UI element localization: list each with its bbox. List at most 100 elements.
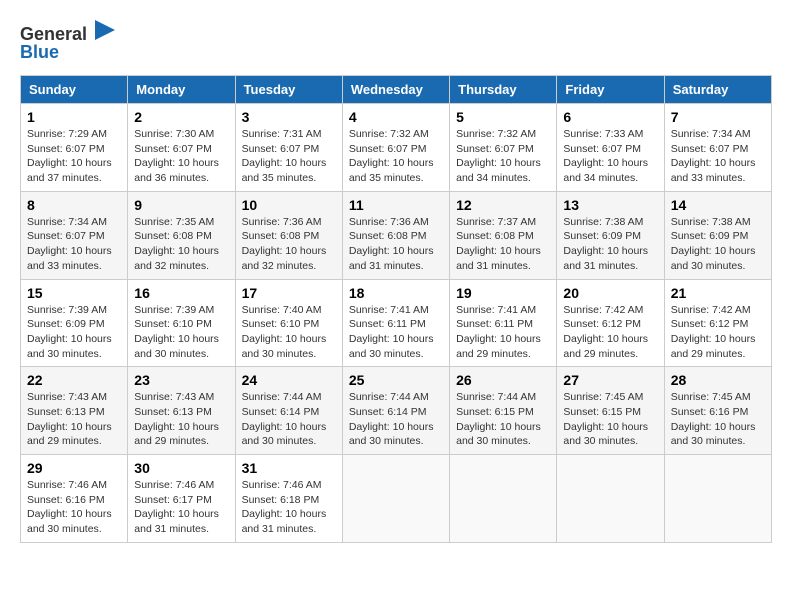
- day-number: 13: [563, 197, 657, 213]
- calendar-cell: 6 Sunrise: 7:33 AMSunset: 6:07 PMDayligh…: [557, 104, 664, 192]
- day-info: Sunrise: 7:41 AMSunset: 6:11 PMDaylight:…: [349, 304, 434, 360]
- calendar-cell: 2 Sunrise: 7:30 AMSunset: 6:07 PMDayligh…: [128, 104, 235, 192]
- day-number: 21: [671, 285, 765, 301]
- calendar-cell: 10 Sunrise: 7:36 AMSunset: 6:08 PMDaylig…: [235, 191, 342, 279]
- day-info: Sunrise: 7:36 AMSunset: 6:08 PMDaylight:…: [242, 216, 327, 272]
- svg-text:General: General: [20, 24, 87, 44]
- calendar-cell: 7 Sunrise: 7:34 AMSunset: 6:07 PMDayligh…: [664, 104, 771, 192]
- day-info: Sunrise: 7:36 AMSunset: 6:08 PMDaylight:…: [349, 216, 434, 272]
- day-info: Sunrise: 7:46 AMSunset: 6:16 PMDaylight:…: [27, 479, 112, 535]
- day-info: Sunrise: 7:44 AMSunset: 6:15 PMDaylight:…: [456, 391, 541, 447]
- day-number: 14: [671, 197, 765, 213]
- calendar-cell: 14 Sunrise: 7:38 AMSunset: 6:09 PMDaylig…: [664, 191, 771, 279]
- day-info: Sunrise: 7:46 AMSunset: 6:18 PMDaylight:…: [242, 479, 327, 535]
- calendar-cell: 11 Sunrise: 7:36 AMSunset: 6:08 PMDaylig…: [342, 191, 449, 279]
- day-info: Sunrise: 7:43 AMSunset: 6:13 PMDaylight:…: [27, 391, 112, 447]
- calendar-cell: 25 Sunrise: 7:44 AMSunset: 6:14 PMDaylig…: [342, 367, 449, 455]
- day-info: Sunrise: 7:41 AMSunset: 6:11 PMDaylight:…: [456, 304, 541, 360]
- calendar-cell: 3 Sunrise: 7:31 AMSunset: 6:07 PMDayligh…: [235, 104, 342, 192]
- day-number: 24: [242, 372, 336, 388]
- calendar-week-3: 15 Sunrise: 7:39 AMSunset: 6:09 PMDaylig…: [21, 279, 772, 367]
- day-info: Sunrise: 7:30 AMSunset: 6:07 PMDaylight:…: [134, 128, 219, 184]
- logo-svg: General Blue: [20, 20, 120, 65]
- calendar-cell: 5 Sunrise: 7:32 AMSunset: 6:07 PMDayligh…: [450, 104, 557, 192]
- calendar-cell: 26 Sunrise: 7:44 AMSunset: 6:15 PMDaylig…: [450, 367, 557, 455]
- calendar-cell: 4 Sunrise: 7:32 AMSunset: 6:07 PMDayligh…: [342, 104, 449, 192]
- day-info: Sunrise: 7:42 AMSunset: 6:12 PMDaylight:…: [563, 304, 648, 360]
- day-number: 12: [456, 197, 550, 213]
- day-number: 3: [242, 109, 336, 125]
- calendar-cell: 19 Sunrise: 7:41 AMSunset: 6:11 PMDaylig…: [450, 279, 557, 367]
- day-number: 22: [27, 372, 121, 388]
- calendar-header-row: SundayMondayTuesdayWednesdayThursdayFrid…: [21, 76, 772, 104]
- day-info: Sunrise: 7:38 AMSunset: 6:09 PMDaylight:…: [563, 216, 648, 272]
- calendar-header-thursday: Thursday: [450, 76, 557, 104]
- day-number: 7: [671, 109, 765, 125]
- day-info: Sunrise: 7:42 AMSunset: 6:12 PMDaylight:…: [671, 304, 756, 360]
- day-info: Sunrise: 7:45 AMSunset: 6:16 PMDaylight:…: [671, 391, 756, 447]
- day-info: Sunrise: 7:43 AMSunset: 6:13 PMDaylight:…: [134, 391, 219, 447]
- day-info: Sunrise: 7:33 AMSunset: 6:07 PMDaylight:…: [563, 128, 648, 184]
- day-info: Sunrise: 7:39 AMSunset: 6:10 PMDaylight:…: [134, 304, 219, 360]
- day-number: 5: [456, 109, 550, 125]
- day-number: 31: [242, 460, 336, 476]
- day-info: Sunrise: 7:29 AMSunset: 6:07 PMDaylight:…: [27, 128, 112, 184]
- day-number: 18: [349, 285, 443, 301]
- calendar-table: SundayMondayTuesdayWednesdayThursdayFrid…: [20, 75, 772, 543]
- day-info: Sunrise: 7:32 AMSunset: 6:07 PMDaylight:…: [456, 128, 541, 184]
- calendar-cell: 21 Sunrise: 7:42 AMSunset: 6:12 PMDaylig…: [664, 279, 771, 367]
- day-info: Sunrise: 7:35 AMSunset: 6:08 PMDaylight:…: [134, 216, 219, 272]
- day-info: Sunrise: 7:34 AMSunset: 6:07 PMDaylight:…: [671, 128, 756, 184]
- day-number: 11: [349, 197, 443, 213]
- calendar-cell: 12 Sunrise: 7:37 AMSunset: 6:08 PMDaylig…: [450, 191, 557, 279]
- day-info: Sunrise: 7:37 AMSunset: 6:08 PMDaylight:…: [456, 216, 541, 272]
- day-number: 26: [456, 372, 550, 388]
- day-number: 2: [134, 109, 228, 125]
- day-number: 28: [671, 372, 765, 388]
- calendar-cell: 30 Sunrise: 7:46 AMSunset: 6:17 PMDaylig…: [128, 455, 235, 543]
- day-info: Sunrise: 7:44 AMSunset: 6:14 PMDaylight:…: [349, 391, 434, 447]
- logo: General Blue: [20, 20, 120, 65]
- calendar-week-4: 22 Sunrise: 7:43 AMSunset: 6:13 PMDaylig…: [21, 367, 772, 455]
- calendar-cell: 8 Sunrise: 7:34 AMSunset: 6:07 PMDayligh…: [21, 191, 128, 279]
- day-number: 8: [27, 197, 121, 213]
- calendar-cell: 15 Sunrise: 7:39 AMSunset: 6:09 PMDaylig…: [21, 279, 128, 367]
- day-info: Sunrise: 7:40 AMSunset: 6:10 PMDaylight:…: [242, 304, 327, 360]
- page-header: General Blue: [20, 20, 772, 65]
- calendar-cell: 31 Sunrise: 7:46 AMSunset: 6:18 PMDaylig…: [235, 455, 342, 543]
- day-number: 30: [134, 460, 228, 476]
- calendar-week-2: 8 Sunrise: 7:34 AMSunset: 6:07 PMDayligh…: [21, 191, 772, 279]
- day-number: 6: [563, 109, 657, 125]
- day-number: 1: [27, 109, 121, 125]
- calendar-cell: 9 Sunrise: 7:35 AMSunset: 6:08 PMDayligh…: [128, 191, 235, 279]
- calendar-body: 1 Sunrise: 7:29 AMSunset: 6:07 PMDayligh…: [21, 104, 772, 543]
- day-info: Sunrise: 7:39 AMSunset: 6:09 PMDaylight:…: [27, 304, 112, 360]
- day-info: Sunrise: 7:45 AMSunset: 6:15 PMDaylight:…: [563, 391, 648, 447]
- svg-text:Blue: Blue: [20, 42, 59, 62]
- calendar-cell: 28 Sunrise: 7:45 AMSunset: 6:16 PMDaylig…: [664, 367, 771, 455]
- calendar-cell: 29 Sunrise: 7:46 AMSunset: 6:16 PMDaylig…: [21, 455, 128, 543]
- day-info: Sunrise: 7:32 AMSunset: 6:07 PMDaylight:…: [349, 128, 434, 184]
- day-number: 25: [349, 372, 443, 388]
- day-number: 27: [563, 372, 657, 388]
- day-info: Sunrise: 7:38 AMSunset: 6:09 PMDaylight:…: [671, 216, 756, 272]
- calendar-header-friday: Friday: [557, 76, 664, 104]
- day-number: 17: [242, 285, 336, 301]
- day-info: Sunrise: 7:31 AMSunset: 6:07 PMDaylight:…: [242, 128, 327, 184]
- calendar-cell: 22 Sunrise: 7:43 AMSunset: 6:13 PMDaylig…: [21, 367, 128, 455]
- day-number: 15: [27, 285, 121, 301]
- calendar-cell: 18 Sunrise: 7:41 AMSunset: 6:11 PMDaylig…: [342, 279, 449, 367]
- calendar-cell: 27 Sunrise: 7:45 AMSunset: 6:15 PMDaylig…: [557, 367, 664, 455]
- calendar-header-sunday: Sunday: [21, 76, 128, 104]
- calendar-cell: 13 Sunrise: 7:38 AMSunset: 6:09 PMDaylig…: [557, 191, 664, 279]
- calendar-cell: 1 Sunrise: 7:29 AMSunset: 6:07 PMDayligh…: [21, 104, 128, 192]
- day-info: Sunrise: 7:46 AMSunset: 6:17 PMDaylight:…: [134, 479, 219, 535]
- calendar-cell: 16 Sunrise: 7:39 AMSunset: 6:10 PMDaylig…: [128, 279, 235, 367]
- day-number: 29: [27, 460, 121, 476]
- day-info: Sunrise: 7:34 AMSunset: 6:07 PMDaylight:…: [27, 216, 112, 272]
- calendar-header-monday: Monday: [128, 76, 235, 104]
- day-number: 10: [242, 197, 336, 213]
- day-number: 16: [134, 285, 228, 301]
- calendar-header-saturday: Saturday: [664, 76, 771, 104]
- calendar-cell: [342, 455, 449, 543]
